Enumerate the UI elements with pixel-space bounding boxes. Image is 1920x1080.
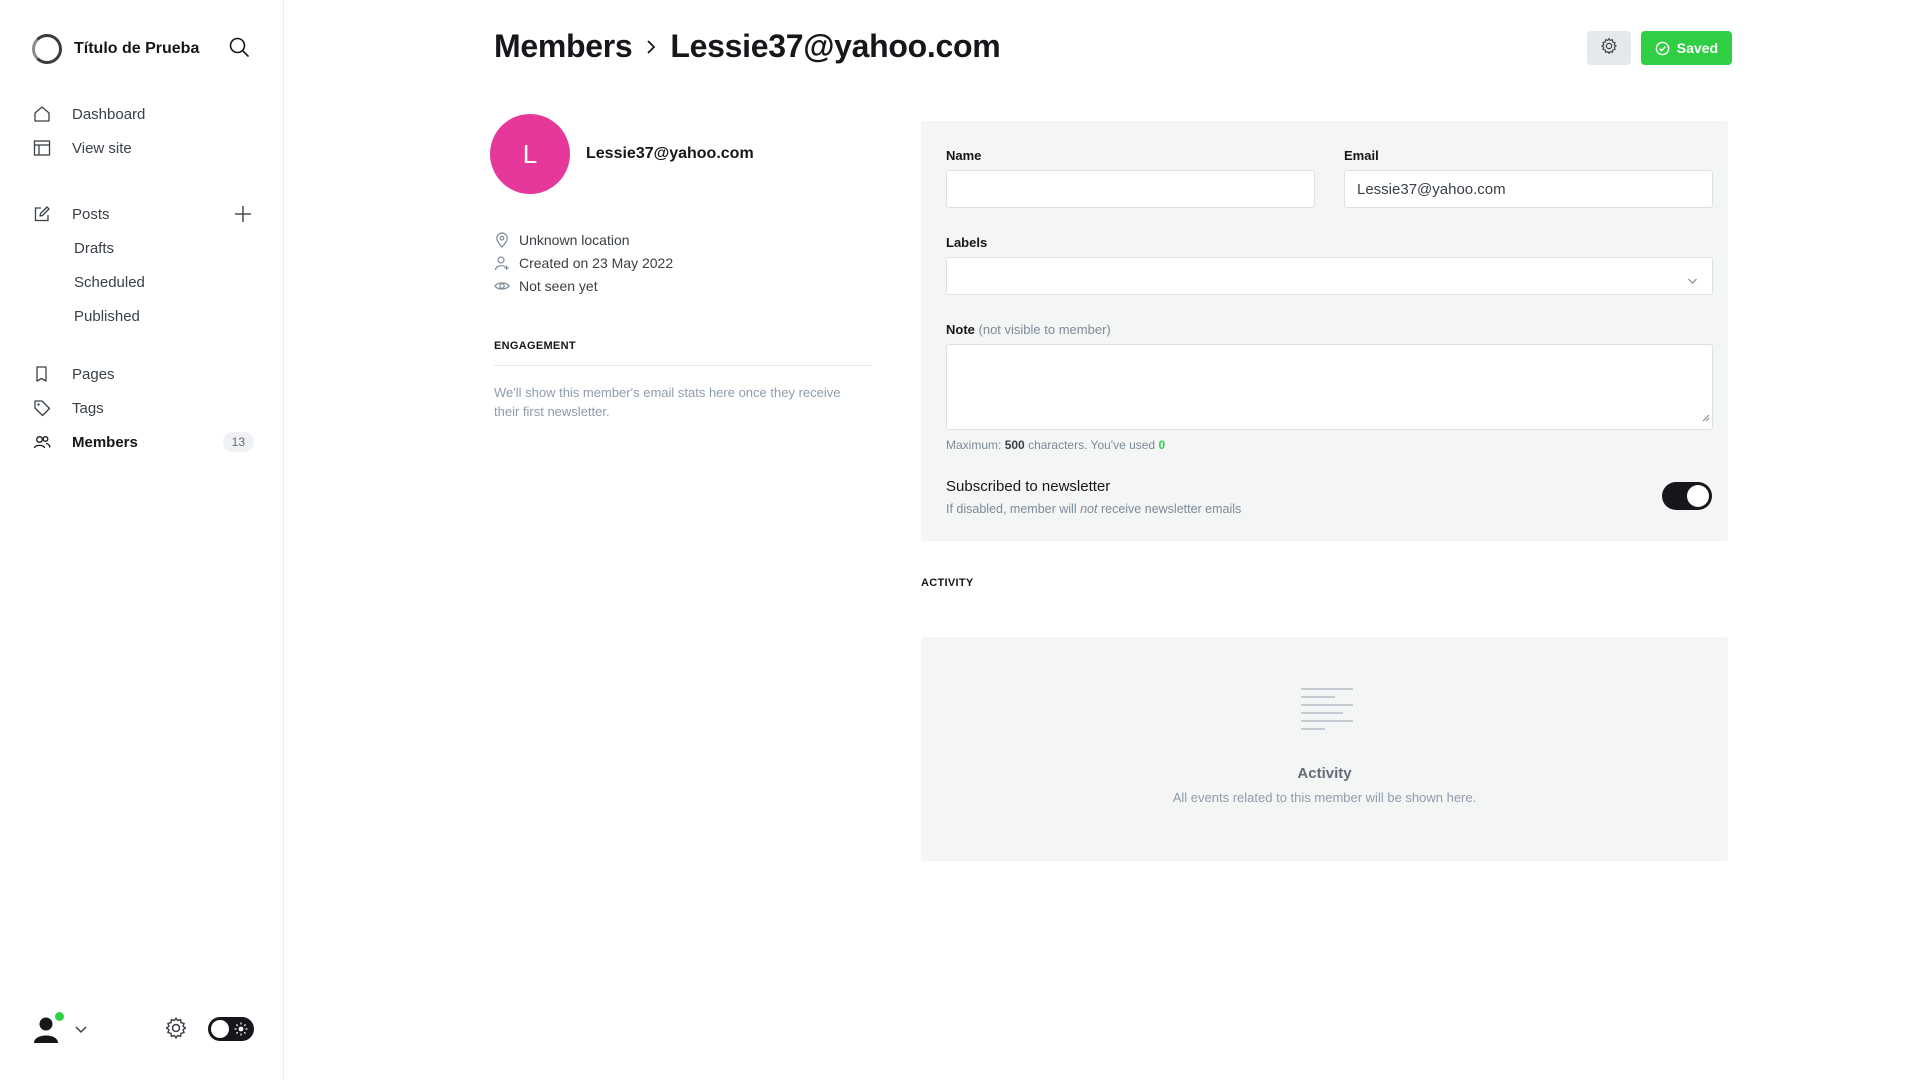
chevron-down-icon — [1687, 272, 1698, 289]
search-icon[interactable] — [228, 36, 254, 62]
member-location-text: Unknown location — [519, 231, 630, 248]
saved-button[interactable]: Saved — [1640, 31, 1732, 65]
sidebar-footer — [32, 1012, 254, 1046]
sidebar-item-label: Scheduled — [74, 273, 145, 291]
member-location: Unknown location — [494, 228, 673, 251]
labels-label: Labels — [946, 235, 988, 250]
members-icon — [32, 432, 52, 452]
chevron-down-icon[interactable] — [74, 1022, 88, 1040]
members-count-badge: 13 — [222, 432, 254, 452]
newsletter-desc-end: receive newsletter emails — [1100, 502, 1242, 516]
labels-select[interactable] — [946, 257, 1713, 295]
layout-icon — [32, 138, 52, 158]
check-circle-icon — [1655, 41, 1670, 55]
member-profile: L Lessie37@yahoo.com — [490, 114, 754, 194]
sidebar-item-drafts[interactable]: Drafts — [32, 231, 254, 265]
sidebar-item-label: View site — [72, 139, 132, 157]
activity-empty-heading: Activity — [1297, 765, 1352, 782]
member-last-seen: Not seen yet — [494, 274, 673, 297]
note-label-text: Note — [946, 322, 975, 337]
sidebar-item-scheduled[interactable]: Scheduled — [32, 265, 254, 299]
edit-icon — [32, 204, 52, 224]
settings-gear-icon[interactable] — [164, 1016, 188, 1045]
sidebar-item-label: Posts — [72, 205, 110, 223]
sun-icon — [234, 1022, 248, 1041]
page-icon — [32, 364, 52, 384]
counter-max: 500 — [1004, 438, 1025, 452]
note-textarea[interactable] — [946, 344, 1713, 430]
counter-prefix: Maximum: — [946, 438, 1002, 452]
location-pin-icon — [496, 231, 508, 248]
sidebar-item-label: Pages — [72, 365, 115, 383]
sidebar-item-label: Published — [74, 307, 140, 325]
theme-toggle[interactable] — [208, 1017, 254, 1041]
member-form-card: Name Email Lessie37@yahoo.com Labels Not… — [921, 121, 1728, 541]
note-label: Note (not visible to member) — [946, 322, 1111, 337]
sidebar-item-label: Drafts — [74, 239, 115, 257]
online-status-dot — [55, 1012, 64, 1021]
gear-icon — [1600, 37, 1618, 60]
nav-posts: Posts Drafts Scheduled Published — [32, 197, 254, 333]
newsletter-description: If disabled, member will not receive new… — [946, 502, 1241, 516]
site-logo — [32, 34, 62, 64]
newsletter-desc-start: If disabled, member will — [946, 502, 1077, 516]
activity-empty-description: All events related to this member will b… — [1172, 790, 1477, 805]
eye-icon — [494, 281, 510, 290]
tag-icon — [32, 398, 52, 418]
member-created-text: Created on 23 May 2022 — [519, 254, 674, 271]
nav-primary: Dashboard View site — [32, 97, 254, 165]
sidebar-item-label: Dashboard — [72, 105, 146, 123]
sidebar-item-posts[interactable]: Posts — [32, 197, 254, 231]
sidebar-item-tags[interactable]: Tags — [32, 391, 254, 425]
member-last-seen-text: Not seen yet — [519, 277, 598, 294]
activity-list-icon — [1295, 687, 1353, 744]
sidebar-item-label: Tags — [72, 399, 104, 417]
member-actions-button[interactable] — [1586, 31, 1631, 65]
newsletter-title: Subscribed to newsletter — [946, 478, 1111, 495]
breadcrumb-members-link[interactable]: Members — [494, 28, 633, 65]
email-input[interactable]: Lessie37@yahoo.com — [1344, 170, 1713, 208]
nav-secondary: Pages Tags Members 13 — [32, 357, 254, 459]
user-avatar[interactable] — [32, 1012, 64, 1044]
chevron-right-icon — [644, 38, 658, 56]
sidebar-item-view-site[interactable]: View site — [32, 131, 254, 165]
divider — [494, 365, 872, 366]
activity-section-heading: ACTIVITY — [921, 577, 974, 589]
note-label-hint: (not visible to member) — [978, 322, 1111, 337]
sidebar-item-pages[interactable]: Pages — [32, 357, 254, 391]
page-title: Lessie37@yahoo.com — [670, 28, 1001, 64]
theme-toggle-knob — [211, 1020, 229, 1038]
counter-used: 0 — [1158, 438, 1166, 452]
member-meta: Unknown location Created on 23 May 2022 … — [494, 228, 673, 297]
site-brand[interactable]: Título de Prueba — [32, 34, 199, 64]
newsletter-toggle-knob — [1687, 485, 1709, 507]
new-post-plus-icon[interactable] — [232, 203, 254, 225]
site-title: Título de Prueba — [74, 40, 200, 57]
activity-card: Activity All events related to this memb… — [921, 637, 1728, 861]
note-character-counter: Maximum: 500 characters. You've used 0 — [946, 438, 1165, 452]
breadcrumb: Members Lessie37@yahoo.com — [494, 28, 1001, 65]
user-add-icon — [494, 255, 509, 270]
sidebar-item-members[interactable]: Members 13 — [32, 425, 254, 459]
counter-middle: characters. You've used — [1028, 438, 1156, 452]
header-actions: Saved — [1586, 31, 1732, 65]
newsletter-toggle[interactable] — [1662, 482, 1712, 510]
saved-button-label: Saved — [1676, 40, 1718, 56]
member-created: Created on 23 May 2022 — [494, 251, 673, 274]
name-input[interactable] — [946, 170, 1315, 208]
newsletter-desc-emphasis: not — [1080, 502, 1098, 516]
engagement-heading: ENGAGEMENT — [494, 340, 576, 352]
resize-handle-icon[interactable] — [1702, 409, 1710, 427]
sidebar: Título de Prueba Dashboard View site Pos… — [0, 0, 284, 1080]
home-icon — [32, 104, 52, 124]
engagement-empty-text: We'll show this member's email stats her… — [494, 385, 841, 419]
sidebar-item-dashboard[interactable]: Dashboard — [32, 97, 254, 131]
member-email-heading: Lessie37@yahoo.com — [586, 145, 754, 162]
name-label: Name — [946, 148, 982, 163]
sidebar-item-published[interactable]: Published — [32, 299, 254, 333]
email-label: Email — [1344, 148, 1379, 163]
sidebar-item-label: Members — [72, 433, 138, 451]
member-avatar: L — [490, 114, 570, 194]
